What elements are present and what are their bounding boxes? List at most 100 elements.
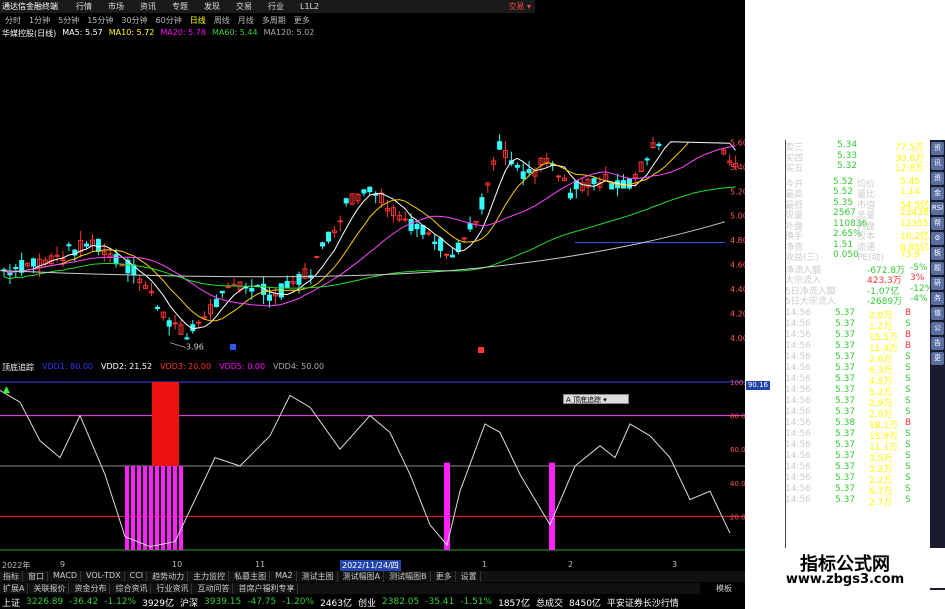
tick-price: 5.38 xyxy=(835,417,856,428)
price-tick: 5.60 xyxy=(730,138,745,147)
vdd3-value: VDD3: 20.00 xyxy=(160,362,212,371)
tick-side: S xyxy=(905,406,911,417)
time-cursor-label: 2022/11/24/四 xyxy=(340,560,401,571)
menu-item-discover[interactable]: 发现 xyxy=(204,1,220,12)
period-tab[interactable]: 多周期 xyxy=(259,15,289,26)
indicator-tab[interactable]: 测试主图 xyxy=(299,571,338,582)
tick-row: 14:56 5.37 3.5万 S xyxy=(745,451,930,464)
side-tab-icon[interactable]: RSI xyxy=(931,202,944,215)
side-tab-icon[interactable]: 更 xyxy=(931,352,944,365)
period-tab[interactable]: 分时 xyxy=(2,15,24,26)
side-tab-icon[interactable]: 研 xyxy=(931,277,944,290)
side-tab-icon[interactable]: 帮 xyxy=(931,217,944,230)
candle xyxy=(219,290,225,294)
template-button[interactable]: 模板 xyxy=(716,583,746,594)
extension-tab[interactable]: 资金分布 xyxy=(71,583,111,594)
bid-row: 卖三 5.34 77.5万 xyxy=(745,140,930,153)
period-tab[interactable]: 30分钟 xyxy=(118,15,150,26)
side-tab-icon[interactable]: 金 xyxy=(931,187,944,200)
indicator-tab[interactable]: 更多 xyxy=(433,571,456,582)
flow-pct: -5% xyxy=(910,262,928,273)
tick-side: B xyxy=(905,417,912,428)
indicator-tab[interactable]: MA2 xyxy=(272,571,297,582)
vdd-bar xyxy=(137,466,141,550)
stock-name: 华媒控股(日线) xyxy=(2,29,57,38)
period-tab[interactable]: 60分钟 xyxy=(153,15,185,26)
period-tab[interactable]: 5分钟 xyxy=(55,15,82,26)
menu-item-topics[interactable]: 专题 xyxy=(172,1,188,12)
trade-menu-button[interactable]: 交易 ▾ xyxy=(508,1,531,12)
indicator-tab[interactable]: 主力监控 xyxy=(190,571,230,582)
time-tick: 11 xyxy=(255,560,266,569)
period-tab[interactable]: 1分钟 xyxy=(26,15,53,26)
side-tab-icon[interactable]: 资 xyxy=(931,172,944,185)
side-tab-icon[interactable]: 讯 xyxy=(931,157,944,170)
vdd-red-block xyxy=(152,382,179,466)
extension-tab[interactable]: 扩展A xyxy=(0,583,29,594)
vdd1-value: VDD1: 80.00 xyxy=(42,362,94,371)
side-tab-icon[interactable]: 资 xyxy=(931,142,944,155)
candle xyxy=(591,178,597,184)
broker-label[interactable]: 平安证券长沙行情 xyxy=(607,596,679,609)
index-amount: 2463亿 xyxy=(320,598,352,609)
candle xyxy=(95,238,101,252)
indicator-chart[interactable]: 100.00 80.00 60.00 40.00 20.00 ▲ xyxy=(0,374,745,560)
indicator-tab[interactable]: 测试幅图A xyxy=(340,571,385,582)
bid-price: 5.32 xyxy=(837,161,858,171)
candle xyxy=(609,183,615,190)
side-tab-icon[interactable]: ⚙ xyxy=(931,232,944,245)
tick-side: S xyxy=(905,362,911,373)
tick-price: 5.37 xyxy=(835,384,856,395)
period-tab[interactable]: 15分钟 xyxy=(84,15,116,26)
indicator-tab[interactable]: 指标 xyxy=(0,571,23,582)
menu-item-trade[interactable]: 交易 xyxy=(236,1,252,12)
indicator-tab[interactable]: MACD xyxy=(50,571,81,582)
indicator-tab[interactable]: 测试幅图B xyxy=(386,571,431,582)
app-window: 通达信金融终端 行情 市场 资讯 专题 发现 交易 行业 L1L2 交易 ▾ 分… xyxy=(0,0,945,609)
side-tab-icon[interactable]: 值 xyxy=(931,307,944,320)
extension-tab[interactable]: 行业资讯 xyxy=(153,583,193,594)
candle xyxy=(467,222,473,230)
side-tab-icon[interactable]: 公 xyxy=(931,322,944,335)
period-tab[interactable]: 更多 xyxy=(291,15,313,26)
menu-item-news[interactable]: 资讯 xyxy=(140,1,156,12)
indicator-tab[interactable]: 私募主图 xyxy=(231,571,271,582)
extension-tab[interactable]: 首席户福利专享 xyxy=(235,583,299,594)
period-tab[interactable]: 月线 xyxy=(235,15,257,26)
ma60-value: MA60: 5.44 xyxy=(211,28,258,37)
indicator-tab[interactable]: CCI xyxy=(127,571,148,582)
indicator-tab[interactable]: VOL-TDX xyxy=(83,571,125,582)
candle xyxy=(567,192,573,199)
tick-price: 5.37 xyxy=(835,351,856,362)
extension-tab[interactable]: 综合资讯 xyxy=(112,583,152,594)
extension-tab[interactable]: 关联报价 xyxy=(30,583,70,594)
period-tab-active[interactable]: 日线 xyxy=(187,15,209,26)
menu-item-l1l2[interactable]: L1L2 xyxy=(300,2,319,11)
side-tab-icon[interactable]: 题 xyxy=(931,262,944,275)
candle xyxy=(361,189,367,194)
extension-tab[interactable]: 互动问答 xyxy=(194,583,234,594)
tick-price: 5.37 xyxy=(835,373,856,384)
period-tab[interactable]: 周线 xyxy=(211,15,233,26)
menu-item-quotes[interactable]: 行情 xyxy=(76,1,92,12)
candle xyxy=(367,186,373,193)
side-tab-icon[interactable]: 告 xyxy=(931,337,944,350)
tick-side: S xyxy=(905,428,911,439)
candle xyxy=(166,320,172,327)
tick-price: 5.37 xyxy=(835,329,856,340)
side-tab-icon[interactable]: 板 xyxy=(931,247,944,260)
candle xyxy=(284,280,290,289)
indicator-popup[interactable]: A 顶底追踪 ▾ xyxy=(563,394,629,404)
tick-time: 14:56 xyxy=(785,351,811,362)
time-tick: 2 xyxy=(568,560,574,569)
indicator-tab[interactable]: 设置 xyxy=(458,571,481,582)
indicator-tab[interactable]: 趋势动力 xyxy=(149,571,189,582)
side-tab-icon[interactable]: 务 xyxy=(931,292,944,305)
indicator-tab[interactable]: 窗口 xyxy=(25,571,48,582)
candle xyxy=(267,294,272,301)
menu-item-industry[interactable]: 行业 xyxy=(268,1,284,12)
index-amount: 1857亿 xyxy=(498,598,530,609)
menu-item-market[interactable]: 市场 xyxy=(108,1,124,12)
candlestick-chart[interactable]: 3.96 5.60 5.40 5.20 5.00 4.80 4.60 4.40 4.20 4.00 xyxy=(0,40,745,360)
tick-row: 14:56 5.37 6.3万 S xyxy=(745,362,930,376)
